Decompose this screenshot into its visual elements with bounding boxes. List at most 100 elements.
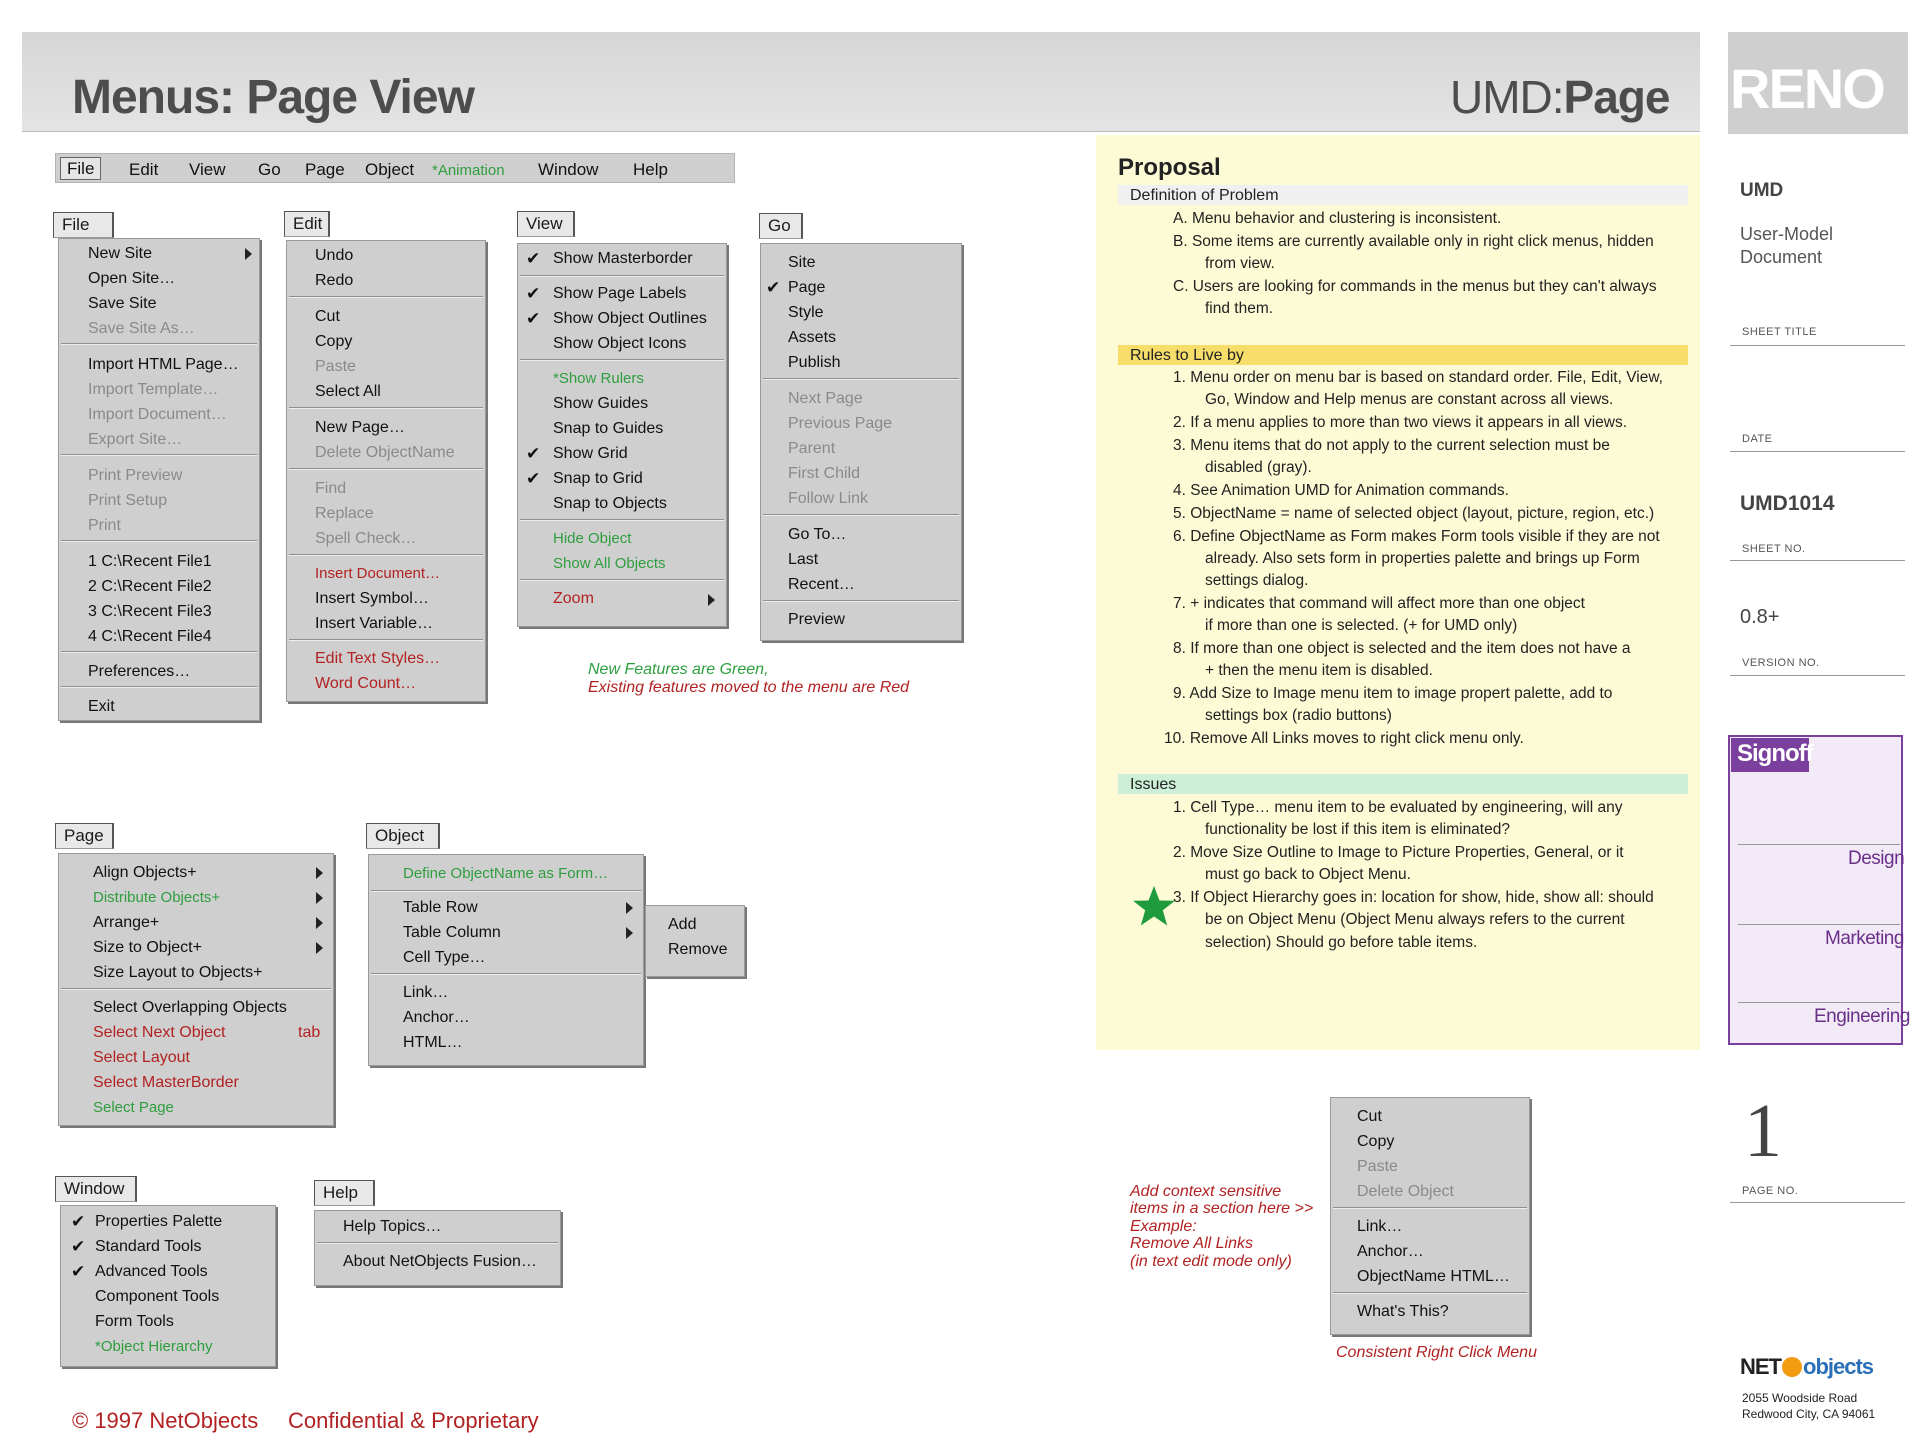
edit-menu-title[interactable]: Edit bbox=[284, 211, 330, 237]
menu-item-snap-to-guides[interactable]: Snap to Guides bbox=[553, 420, 663, 438]
menubar-edit[interactable]: Edit bbox=[129, 160, 158, 180]
object-menu-title[interactable]: Object bbox=[366, 823, 440, 849]
menu-item-redo[interactable]: Redo bbox=[315, 272, 353, 290]
menu-item-next-page[interactable]: Next Page bbox=[788, 390, 863, 408]
menu-item-snap-to-objects[interactable]: Snap to Objects bbox=[553, 495, 667, 513]
menu-item-select-page[interactable]: Select Page bbox=[93, 1099, 174, 1116]
menu-item-copy[interactable]: Copy bbox=[1357, 1133, 1394, 1151]
menu-item-print-preview[interactable]: Print Preview bbox=[88, 467, 182, 485]
menu-item-add[interactable]: Add bbox=[668, 916, 696, 934]
menu-item-assets[interactable]: Assets bbox=[788, 329, 836, 347]
menu-item-word-count[interactable]: Word Count… bbox=[315, 675, 416, 693]
menu-item-new-page[interactable]: New Page… bbox=[315, 419, 405, 437]
menu-item-show-guides[interactable]: Show Guides bbox=[553, 395, 648, 413]
menu-item-recent[interactable]: Recent… bbox=[788, 576, 855, 594]
menu-item-print[interactable]: Print bbox=[88, 517, 121, 535]
menu-item-recent-file-2[interactable]: 2 C:\Recent File2 bbox=[88, 578, 212, 596]
menu-item-select-next-object[interactable]: Select Next Object bbox=[93, 1024, 226, 1042]
menu-item-last[interactable]: Last bbox=[788, 551, 818, 569]
menu-item-import-template[interactable]: Import Template… bbox=[88, 381, 218, 399]
menu-item-show-all-objects[interactable]: Show All Objects bbox=[553, 555, 666, 572]
menu-item-insert-symbol[interactable]: Insert Symbol… bbox=[315, 590, 429, 608]
menu-item-show-page-labels[interactable]: Show Page Labels bbox=[553, 285, 686, 303]
menu-item-help-topics[interactable]: Help Topics… bbox=[343, 1218, 441, 1236]
menu-item-save-site-as[interactable]: Save Site As… bbox=[88, 320, 195, 338]
menubar-page[interactable]: Page bbox=[305, 160, 345, 180]
menu-item-spell-check[interactable]: Spell Check… bbox=[315, 530, 416, 548]
view-menu-title[interactable]: View bbox=[517, 211, 575, 237]
menu-item-copy[interactable]: Copy bbox=[315, 333, 352, 351]
menu-item-about[interactable]: About NetObjects Fusion… bbox=[343, 1253, 537, 1271]
menu-item-paste[interactable]: Paste bbox=[315, 358, 356, 376]
page-menu-title[interactable]: Page bbox=[55, 823, 114, 849]
menu-item-edit-text-styles[interactable]: Edit Text Styles… bbox=[315, 650, 440, 668]
menu-item-distribute-objects[interactable]: Distribute Objects+ bbox=[93, 889, 220, 906]
menu-item-recent-file-4[interactable]: 4 C:\Recent File4 bbox=[88, 628, 212, 646]
menu-item-preview[interactable]: Preview bbox=[788, 611, 845, 629]
menu-item-size-layout-to-objects[interactable]: Size Layout to Objects+ bbox=[93, 964, 262, 982]
menu-item-zoom[interactable]: Zoom bbox=[553, 590, 594, 608]
menu-item-cut[interactable]: Cut bbox=[315, 308, 340, 326]
go-menu-title[interactable]: Go bbox=[759, 213, 803, 239]
menu-item-paste[interactable]: Paste bbox=[1357, 1158, 1398, 1176]
menu-item-show-object-outlines[interactable]: Show Object Outlines bbox=[553, 310, 707, 328]
menubar-file[interactable]: File bbox=[60, 157, 102, 180]
menu-item-link[interactable]: Link… bbox=[1357, 1218, 1402, 1236]
menu-item-export-site[interactable]: Export Site… bbox=[88, 431, 182, 449]
menu-item-page[interactable]: Page bbox=[788, 279, 825, 297]
menu-item-first-child[interactable]: First Child bbox=[788, 465, 860, 483]
menu-item-form-tools[interactable]: Form Tools bbox=[95, 1313, 174, 1331]
menu-item-publish[interactable]: Publish bbox=[788, 354, 840, 372]
menu-item-whats-this[interactable]: What's This? bbox=[1357, 1303, 1449, 1321]
menu-item-select-overlapping[interactable]: Select Overlapping Objects bbox=[93, 999, 287, 1017]
menu-item-align-objects[interactable]: Align Objects+ bbox=[93, 864, 197, 882]
menu-item-cut[interactable]: Cut bbox=[1357, 1108, 1382, 1126]
menu-item-show-rulers[interactable]: *Show Rulers bbox=[553, 370, 644, 387]
menu-item-cell-type[interactable]: Cell Type… bbox=[403, 949, 485, 967]
help-menu-title[interactable]: Help bbox=[314, 1180, 375, 1206]
menu-item-select-masterborder[interactable]: Select MasterBorder bbox=[93, 1074, 239, 1092]
menu-item-import-html[interactable]: Import HTML Page… bbox=[88, 356, 239, 374]
menu-item-undo[interactable]: Undo bbox=[315, 247, 353, 265]
menubar-window[interactable]: Window bbox=[538, 160, 598, 180]
menu-item-snap-to-grid[interactable]: Snap to Grid bbox=[553, 470, 643, 488]
menu-item-show-object-icons[interactable]: Show Object Icons bbox=[553, 335, 686, 353]
menu-item-replace[interactable]: Replace bbox=[315, 505, 374, 523]
menu-item-show-grid[interactable]: Show Grid bbox=[553, 445, 628, 463]
menu-item-advanced-tools[interactable]: Advanced Tools bbox=[95, 1263, 208, 1281]
menubar-go[interactable]: Go bbox=[258, 160, 281, 180]
menu-item-print-setup[interactable]: Print Setup bbox=[88, 492, 167, 510]
menu-item-find[interactable]: Find bbox=[315, 480, 346, 498]
menubar-animation[interactable]: *Animation bbox=[432, 162, 505, 179]
menu-item-link[interactable]: Link… bbox=[403, 984, 448, 1002]
menubar-object[interactable]: Object bbox=[365, 160, 414, 180]
menu-item-previous-page[interactable]: Previous Page bbox=[788, 415, 892, 433]
menu-item-show-masterborder[interactable]: Show Masterborder bbox=[553, 250, 693, 268]
menu-item-save-site[interactable]: Save Site bbox=[88, 295, 156, 313]
menu-item-define-form[interactable]: Define ObjectName as Form… bbox=[403, 865, 608, 882]
menu-item-anchor[interactable]: Anchor… bbox=[403, 1009, 470, 1027]
menu-item-component-tools[interactable]: Component Tools bbox=[95, 1288, 219, 1306]
menu-item-standard-tools[interactable]: Standard Tools bbox=[95, 1238, 201, 1256]
menu-item-objectname-html[interactable]: ObjectName HTML… bbox=[1357, 1268, 1510, 1286]
menu-item-new-site[interactable]: New Site bbox=[88, 245, 152, 263]
menu-item-exit[interactable]: Exit bbox=[88, 698, 115, 716]
menu-item-table-row[interactable]: Table Row bbox=[403, 899, 478, 917]
menu-item-table-column[interactable]: Table Column bbox=[403, 924, 501, 942]
menu-item-delete-objectname[interactable]: Delete ObjectName bbox=[315, 444, 455, 462]
menu-item-preferences[interactable]: Preferences… bbox=[88, 663, 190, 681]
menubar-view[interactable]: View bbox=[189, 160, 226, 180]
menu-item-delete-object[interactable]: Delete Object bbox=[1357, 1183, 1454, 1201]
menu-item-style[interactable]: Style bbox=[788, 304, 824, 322]
menu-item-site[interactable]: Site bbox=[788, 254, 816, 272]
menu-item-recent-file-3[interactable]: 3 C:\Recent File3 bbox=[88, 603, 212, 621]
menu-item-parent[interactable]: Parent bbox=[788, 440, 835, 458]
menu-item-insert-variable[interactable]: Insert Variable… bbox=[315, 615, 433, 633]
menu-item-follow-link[interactable]: Follow Link bbox=[788, 490, 868, 508]
menu-item-anchor[interactable]: Anchor… bbox=[1357, 1243, 1424, 1261]
menu-item-arrange[interactable]: Arrange+ bbox=[93, 914, 159, 932]
file-menu-title[interactable]: File bbox=[53, 212, 114, 238]
window-menu-title[interactable]: Window bbox=[55, 1176, 137, 1202]
menu-item-select-all[interactable]: Select All bbox=[315, 383, 381, 401]
menu-item-go-to[interactable]: Go To… bbox=[788, 526, 846, 544]
